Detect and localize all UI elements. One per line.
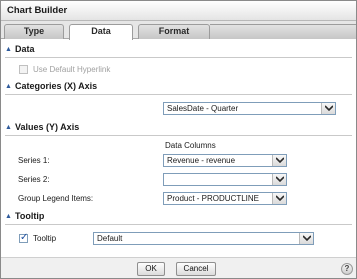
tooltip-select[interactable]: Default — [93, 232, 314, 245]
use-default-hyperlink-label: Use Default Hyperlink — [33, 65, 111, 74]
tab-bar: Type Data Format — [1, 21, 356, 40]
series2-label: Series 2: — [18, 175, 50, 184]
help-icon[interactable]: ? — [341, 263, 353, 275]
group-legend-label: Group Legend Items: — [18, 194, 94, 203]
section-data-title: Data — [15, 44, 35, 54]
data-columns-label: Data Columns — [165, 141, 216, 150]
group-legend-select[interactable]: Product - PRODUCTLINE — [163, 192, 287, 205]
ok-button[interactable]: OK — [137, 262, 165, 276]
tab-format[interactable]: Format — [138, 24, 210, 39]
dialog-footer: OK Cancel ? — [1, 257, 356, 278]
chevron-down-icon — [276, 176, 284, 182]
dropdown-button[interactable] — [321, 103, 335, 114]
series1-label: Series 1: — [18, 156, 50, 165]
categories-axis-value: SalesDate - Quarter — [167, 104, 239, 113]
section-data-header[interactable]: ▲ Data — [1, 43, 356, 58]
section-divider — [5, 94, 352, 95]
section-divider — [5, 57, 352, 58]
collapse-triangle-icon: ▲ — [5, 124, 12, 131]
section-tooltip-title: Tooltip — [15, 211, 45, 221]
tab-data[interactable]: Data — [69, 24, 133, 40]
section-categories-header[interactable]: ▲ Categories (X) Axis — [1, 80, 356, 95]
collapse-triangle-icon: ▲ — [5, 213, 12, 220]
section-divider — [5, 135, 352, 136]
dialog-title: Chart Builder — [7, 5, 68, 16]
tooltip-label: Tooltip — [33, 234, 57, 243]
dropdown-button[interactable] — [272, 174, 286, 185]
collapse-triangle-icon: ▲ — [5, 83, 12, 90]
dropdown-button[interactable] — [272, 193, 286, 204]
tooltip-value: Default — [97, 234, 123, 243]
chevron-down-icon — [276, 195, 284, 201]
section-values-header[interactable]: ▲ Values (Y) Axis — [1, 121, 356, 136]
chevron-down-icon — [276, 157, 284, 163]
categories-axis-select[interactable]: SalesDate - Quarter — [163, 102, 336, 115]
series2-select[interactable] — [163, 173, 287, 186]
tab-bar-filler — [210, 24, 356, 39]
chevron-down-icon — [303, 235, 311, 241]
use-default-hyperlink-checkbox[interactable] — [19, 65, 28, 74]
dropdown-button[interactable] — [272, 155, 286, 166]
title-bar: Chart Builder — [1, 1, 356, 21]
checkmark-icon: ✓ — [20, 232, 29, 243]
group-legend-value: Product - PRODUCTLINE — [167, 194, 260, 203]
dropdown-button[interactable] — [299, 233, 313, 244]
tooltip-checkbox[interactable]: ✓ — [19, 232, 29, 243]
collapse-triangle-icon: ▲ — [5, 46, 12, 53]
chart-builder-dialog: Chart Builder Type Data Format ▲ Data Us… — [0, 0, 357, 279]
section-divider — [5, 224, 352, 225]
section-values-title: Values (Y) Axis — [15, 122, 80, 132]
cancel-button[interactable]: Cancel — [176, 262, 216, 276]
series1-value: Revenue - revenue — [167, 156, 236, 165]
section-tooltip-header[interactable]: ▲ Tooltip — [1, 210, 356, 225]
chevron-down-icon — [325, 105, 333, 111]
tab-type[interactable]: Type — [4, 24, 64, 39]
data-tab-panel: ▲ Data Use Default Hyperlink ▲ Categorie… — [1, 39, 356, 257]
series1-select[interactable]: Revenue - revenue — [163, 154, 287, 167]
section-categories-title: Categories (X) Axis — [15, 81, 98, 91]
